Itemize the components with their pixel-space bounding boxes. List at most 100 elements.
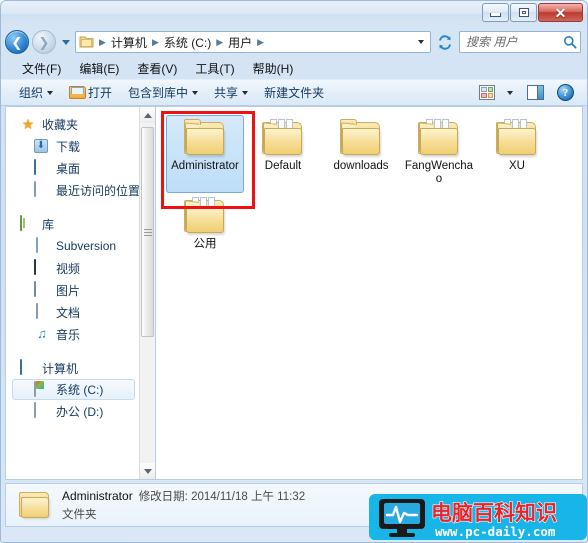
scrollbar-track[interactable]: [140, 123, 155, 463]
library-icon: [20, 215, 36, 232]
address-box[interactable]: ▶ 计算机 ▶ 系统 (C:) ▶ 用户 ▶: [75, 31, 431, 53]
sidebar-item-desktop-label: 桌面: [56, 161, 81, 176]
sidebar-item-music-label: 音乐: [56, 327, 81, 342]
preview-pane-button[interactable]: [521, 81, 550, 104]
forward-arrow-icon: ❯: [38, 34, 50, 50]
document-icon: [34, 237, 50, 254]
sidebar-item-downloads[interactable]: ⬇ 下载: [6, 135, 139, 157]
breadcrumb-item-computer[interactable]: 计算机: [109, 34, 149, 51]
recent-places-icon: [34, 181, 50, 198]
share-button[interactable]: 共享: [206, 80, 256, 105]
sidebar-group-computer-label: 计算机: [42, 361, 79, 376]
sidebar-group-favorites[interactable]: ★ 收藏夹: [6, 113, 139, 135]
sidebar-item-subversion[interactable]: Subversion: [6, 235, 139, 257]
toolbar-right-group: ?: [475, 80, 581, 105]
help-button[interactable]: ?: [552, 80, 579, 105]
file-item-label: FangWenchao: [404, 160, 474, 185]
sidebar-item-pictures[interactable]: 图片: [6, 279, 139, 301]
new-folder-button[interactable]: 新建文件夹: [256, 80, 332, 105]
document-icon: [34, 303, 50, 320]
breadcrumb-item-system-c[interactable]: 系统 (C:): [162, 34, 213, 51]
sidebar-group-libraries-label: 库: [42, 217, 55, 232]
sidebar-item-documents[interactable]: 文档: [6, 301, 139, 323]
organize-button[interactable]: 组织: [11, 80, 61, 105]
folder-icon: [338, 119, 384, 157]
star-icon: ★: [21, 116, 35, 132]
breadcrumb-item-users[interactable]: 用户: [226, 34, 254, 51]
chevron-down-icon: [144, 468, 152, 474]
file-item-xu[interactable]: XU: [478, 115, 556, 193]
menu-help[interactable]: 帮助(H): [244, 58, 303, 79]
back-button[interactable]: ❮: [5, 30, 29, 54]
details-type: 文件夹: [62, 509, 97, 521]
sidebar-item-office-d[interactable]: 办公 (D:): [6, 400, 139, 422]
search-box[interactable]: [459, 31, 581, 53]
file-item-administrator[interactable]: Administrator: [166, 115, 244, 193]
refresh-icon: [439, 34, 451, 50]
history-dropdown-button[interactable]: [59, 30, 72, 54]
include-in-library-label: 包含到库中: [128, 86, 189, 100]
sidebar-scrollbar[interactable]: [139, 107, 155, 479]
picture-icon: [34, 281, 50, 298]
scroll-up-button[interactable]: [140, 107, 155, 123]
close-button[interactable]: ✕: [538, 3, 583, 22]
address-bar-row: ❮ ❯ ▶ 计算机 ▶ 系统 (C:) ▶ 用户 ▶: [1, 27, 587, 57]
minimize-button[interactable]: [482, 3, 509, 22]
address-dropdown-button[interactable]: [414, 40, 428, 44]
file-item-label: XU: [509, 160, 525, 172]
breadcrumb-separator: ▶: [216, 36, 224, 47]
details-name: Administrator: [62, 489, 133, 503]
sidebar-group-libraries[interactable]: 库: [6, 213, 139, 235]
chevron-down-icon: [507, 90, 513, 95]
folder-icon: [494, 119, 540, 157]
sidebar-item-videos[interactable]: 视频: [6, 257, 139, 279]
details-text: Administrator 修改日期: 2014/11/18 上午 11:32 …: [62, 488, 305, 522]
sidebar-item-system-c-label: 系统 (C:): [56, 383, 104, 397]
grip-icon: [143, 227, 152, 238]
breadcrumb-separator: ▶: [151, 36, 159, 47]
sidebar-item-recent-places[interactable]: 最近访问的位置: [6, 179, 139, 201]
navigation-pane: ★ 收藏夹 ⬇ 下载 桌面 最近访问的位置 库 Subversion 视频 图片…: [5, 106, 155, 480]
sidebar-group-favorites-label: 收藏夹: [42, 117, 79, 132]
menu-view[interactable]: 查看(V): [128, 58, 186, 79]
file-item-label: Default: [264, 160, 302, 172]
sidebar-item-recent-places-label: 最近访问的位置: [56, 183, 139, 198]
sidebar-item-documents-label: 文档: [56, 305, 81, 320]
menu-file[interactable]: 文件(F): [13, 58, 70, 79]
file-item-public[interactable]: 公用: [166, 193, 244, 271]
breadcrumb: ▶ 计算机 ▶ 系统 (C:) ▶ 用户 ▶: [96, 34, 414, 51]
sidebar-item-downloads-label: 下载: [56, 139, 81, 154]
view-dropdown-button[interactable]: [501, 87, 519, 99]
scrollbar-thumb[interactable]: [141, 127, 154, 337]
sidebar-group-computer[interactable]: 计算机: [6, 357, 139, 379]
menu-tools[interactable]: 工具(T): [186, 58, 243, 79]
folder-icon: [260, 119, 306, 157]
help-icon: ?: [557, 84, 574, 101]
folder-icon: [416, 119, 462, 157]
breadcrumb-separator: ▶: [99, 36, 106, 47]
sidebar-item-desktop[interactable]: 桌面: [6, 157, 139, 179]
maximize-button[interactable]: [510, 3, 537, 22]
file-list-pane[interactable]: Administrator Default downloads FangWenc…: [155, 106, 583, 480]
file-item-fangwenchao[interactable]: FangWenchao: [400, 115, 478, 193]
details-pane: Administrator 修改日期: 2014/11/18 上午 11:32 …: [5, 483, 583, 527]
minimize-icon: [490, 12, 501, 17]
refresh-button[interactable]: [434, 31, 456, 53]
details-folder-icon: [18, 490, 52, 520]
change-view-button[interactable]: [475, 81, 499, 104]
sidebar-item-music[interactable]: ♫ 音乐: [6, 323, 139, 345]
search-input[interactable]: [466, 35, 563, 49]
forward-button[interactable]: ❯: [32, 30, 56, 54]
sidebar-item-system-c[interactable]: 系统 (C:): [12, 379, 135, 400]
include-in-library-button[interactable]: 包含到库中: [120, 80, 206, 105]
file-item-default[interactable]: Default: [244, 115, 322, 193]
main-body: ★ 收藏夹 ⬇ 下载 桌面 最近访问的位置 库 Subversion 视频 图片…: [1, 106, 587, 480]
scroll-down-button[interactable]: [140, 463, 155, 479]
file-item-downloads[interactable]: downloads: [322, 115, 400, 193]
file-item-label: downloads: [333, 160, 389, 172]
open-folder-icon: [69, 86, 87, 99]
open-button[interactable]: 打开: [61, 80, 120, 105]
menu-edit[interactable]: 编辑(E): [70, 58, 128, 79]
